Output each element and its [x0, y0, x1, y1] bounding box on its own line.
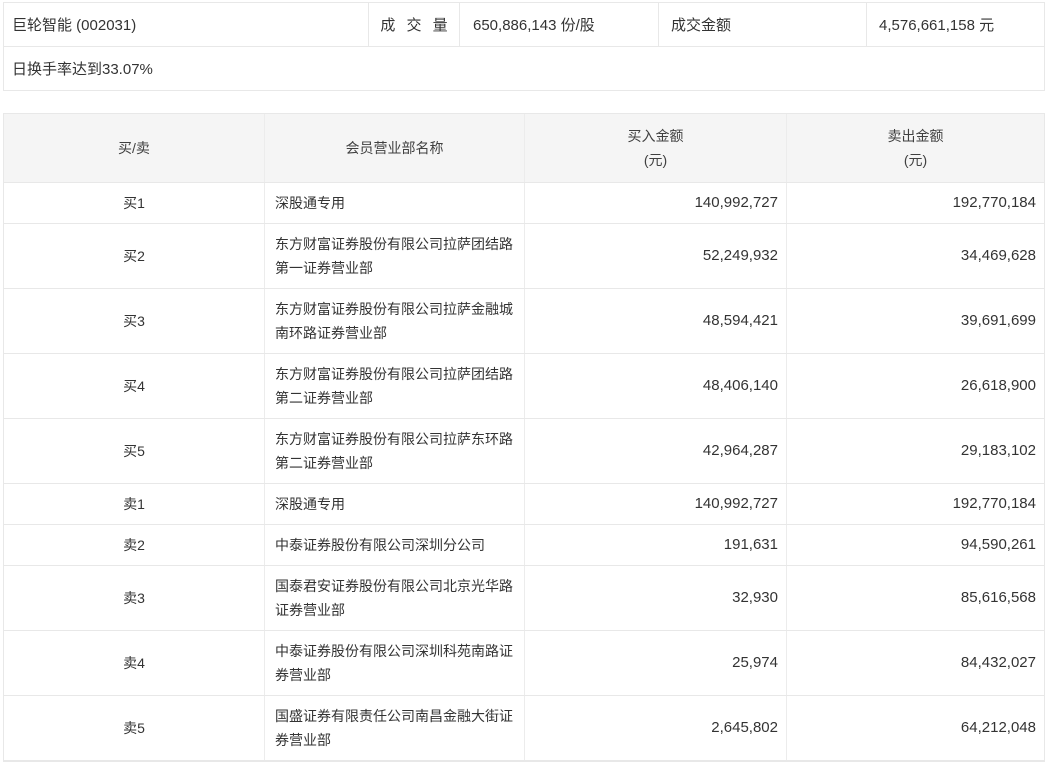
branch-name-cell: 中泰证券股份有限公司深圳科苑南路证券营业部 — [264, 631, 524, 695]
branch-name-text: 东方财富证券股份有限公司拉萨金融城南环路证券营业部 — [275, 297, 514, 345]
table-row: 买4 东方财富证券股份有限公司拉萨团结路第二证券营业部 48,406,140 2… — [4, 354, 1044, 419]
branch-name-cell: 东方财富证券股份有限公司拉萨金融城南环路证券营业部 — [264, 289, 524, 353]
volume-label: 成 交 量 — [368, 3, 459, 46]
buy-sell-rank-cell: 卖5 — [4, 696, 264, 760]
buy-amount-cell: 52,249,932 — [524, 224, 786, 288]
table-row: 卖3 国泰君安证券股份有限公司北京光华路证券营业部 32,930 85,616,… — [4, 566, 1044, 631]
branch-name-cell: 深股通专用 — [264, 484, 524, 524]
buy-sell-rank-cell: 卖1 — [4, 484, 264, 524]
buy-amount-cell: 140,992,727 — [524, 183, 786, 223]
table-row: 卖5 国盛证券有限责任公司南昌金融大街证券营业部 2,645,802 64,21… — [4, 696, 1044, 761]
sell-amount-cell: 39,691,699 — [786, 289, 1044, 353]
sell-amount-cell: 64,212,048 — [786, 696, 1044, 760]
sell-amount-cell: 192,770,184 — [786, 183, 1044, 223]
buy-sell-rank-cell: 卖2 — [4, 525, 264, 565]
branch-name-text: 东方财富证券股份有限公司拉萨东环路第二证券营业部 — [275, 427, 514, 475]
buy-amount-cell: 48,594,421 — [524, 289, 786, 353]
branch-name-cell: 国泰君安证券股份有限公司北京光华路证券营业部 — [264, 566, 524, 630]
buy-sell-rank-cell: 卖3 — [4, 566, 264, 630]
branch-name-text: 东方财富证券股份有限公司拉萨团结路第二证券营业部 — [275, 362, 514, 410]
sell-amount-cell: 84,432,027 — [786, 631, 1044, 695]
table-rows: 买1 深股通专用 140,992,727 192,770,184 买2 东方财富… — [4, 183, 1044, 761]
header-sell-amount: 卖出金额 (元) — [786, 114, 1044, 182]
turnover-rate-note: 日换手率达到33.07% — [4, 47, 1044, 90]
sell-amount-cell: 29,183,102 — [786, 419, 1044, 483]
branch-name-text: 深股通专用 — [275, 492, 514, 516]
page: 巨轮智能 (002031) 成 交 量 650,886,143 份/股 成交金额… — [0, 0, 1059, 762]
sell-amount-cell: 94,590,261 — [786, 525, 1044, 565]
buy-sell-rank-cell: 买1 — [4, 183, 264, 223]
branch-name-cell: 国盛证券有限责任公司南昌金融大街证券营业部 — [264, 696, 524, 760]
table-row: 买1 深股通专用 140,992,727 192,770,184 — [4, 183, 1044, 224]
branch-name-cell: 东方财富证券股份有限公司拉萨团结路第二证券营业部 — [264, 354, 524, 418]
volume-value: 650,886,143 份/股 — [459, 3, 658, 46]
branch-name-text: 深股通专用 — [275, 191, 514, 215]
branch-name-text: 国盛证券有限责任公司南昌金融大街证券营业部 — [275, 704, 514, 752]
branch-name-cell: 深股通专用 — [264, 183, 524, 223]
header-branch-name: 会员营业部名称 — [264, 114, 524, 182]
branch-name-text: 东方财富证券股份有限公司拉萨团结路第一证券营业部 — [275, 232, 514, 280]
turnover-amount-value: 4,576,661,158 元 — [866, 3, 1044, 46]
buy-amount-cell: 42,964,287 — [524, 419, 786, 483]
header-buy-amount-label: 买入金额 — [628, 124, 684, 148]
turnover-amount-label: 成交金额 — [658, 3, 866, 46]
buy-amount-cell: 191,631 — [524, 525, 786, 565]
stock-title: 巨轮智能 (002031) — [4, 3, 368, 46]
table-row: 卖1 深股通专用 140,992,727 192,770,184 — [4, 484, 1044, 525]
branch-name-text: 中泰证券股份有限公司深圳分公司 — [275, 533, 514, 557]
branch-name-cell: 东方财富证券股份有限公司拉萨团结路第一证券营业部 — [264, 224, 524, 288]
broker-seats-table: 买/卖 会员营业部名称 买入金额 (元) 卖出金额 (元) 买1 深股通专用 1… — [3, 113, 1045, 762]
buy-amount-cell: 25,974 — [524, 631, 786, 695]
buy-sell-rank-cell: 卖4 — [4, 631, 264, 695]
buy-amount-cell: 2,645,802 — [524, 696, 786, 760]
table-row: 卖4 中泰证券股份有限公司深圳科苑南路证券营业部 25,974 84,432,0… — [4, 631, 1044, 696]
buy-amount-cell: 48,406,140 — [524, 354, 786, 418]
buy-sell-rank-cell: 买4 — [4, 354, 264, 418]
sell-amount-cell: 34,469,628 — [786, 224, 1044, 288]
branch-name-cell: 中泰证券股份有限公司深圳分公司 — [264, 525, 524, 565]
branch-name-text: 中泰证券股份有限公司深圳科苑南路证券营业部 — [275, 639, 514, 687]
buy-sell-rank-cell: 买2 — [4, 224, 264, 288]
buy-sell-rank-cell: 买3 — [4, 289, 264, 353]
buy-sell-rank-cell: 买5 — [4, 419, 264, 483]
table-header-row: 买/卖 会员营业部名称 买入金额 (元) 卖出金额 (元) — [4, 114, 1044, 183]
table-row: 卖2 中泰证券股份有限公司深圳分公司 191,631 94,590,261 — [4, 525, 1044, 566]
table-row: 买2 东方财富证券股份有限公司拉萨团结路第一证券营业部 52,249,932 3… — [4, 224, 1044, 289]
header-sell-amount-label: 卖出金额 — [888, 124, 944, 148]
table-row: 买3 东方财富证券股份有限公司拉萨金融城南环路证券营业部 48,594,421 … — [4, 289, 1044, 354]
header-buy-sell-label: 买/卖 — [118, 136, 150, 160]
header-buy-amount: 买入金额 (元) — [524, 114, 786, 182]
header-sell-amount-unit: (元) — [904, 148, 927, 172]
branch-name-text: 国泰君安证券股份有限公司北京光华路证券营业部 — [275, 574, 514, 622]
stock-info-row: 巨轮智能 (002031) 成 交 量 650,886,143 份/股 成交金额… — [4, 3, 1044, 47]
header-buy-amount-unit: (元) — [644, 148, 667, 172]
sell-amount-cell: 192,770,184 — [786, 484, 1044, 524]
header-buy-sell: 买/卖 — [4, 114, 264, 182]
buy-amount-cell: 140,992,727 — [524, 484, 786, 524]
header-branch-name-label: 会员营业部名称 — [346, 136, 444, 160]
stock-info-panel: 巨轮智能 (002031) 成 交 量 650,886,143 份/股 成交金额… — [3, 2, 1045, 91]
branch-name-cell: 东方财富证券股份有限公司拉萨东环路第二证券营业部 — [264, 419, 524, 483]
sell-amount-cell: 26,618,900 — [786, 354, 1044, 418]
sell-amount-cell: 85,616,568 — [786, 566, 1044, 630]
buy-amount-cell: 32,930 — [524, 566, 786, 630]
table-row: 买5 东方财富证券股份有限公司拉萨东环路第二证券营业部 42,964,287 2… — [4, 419, 1044, 484]
